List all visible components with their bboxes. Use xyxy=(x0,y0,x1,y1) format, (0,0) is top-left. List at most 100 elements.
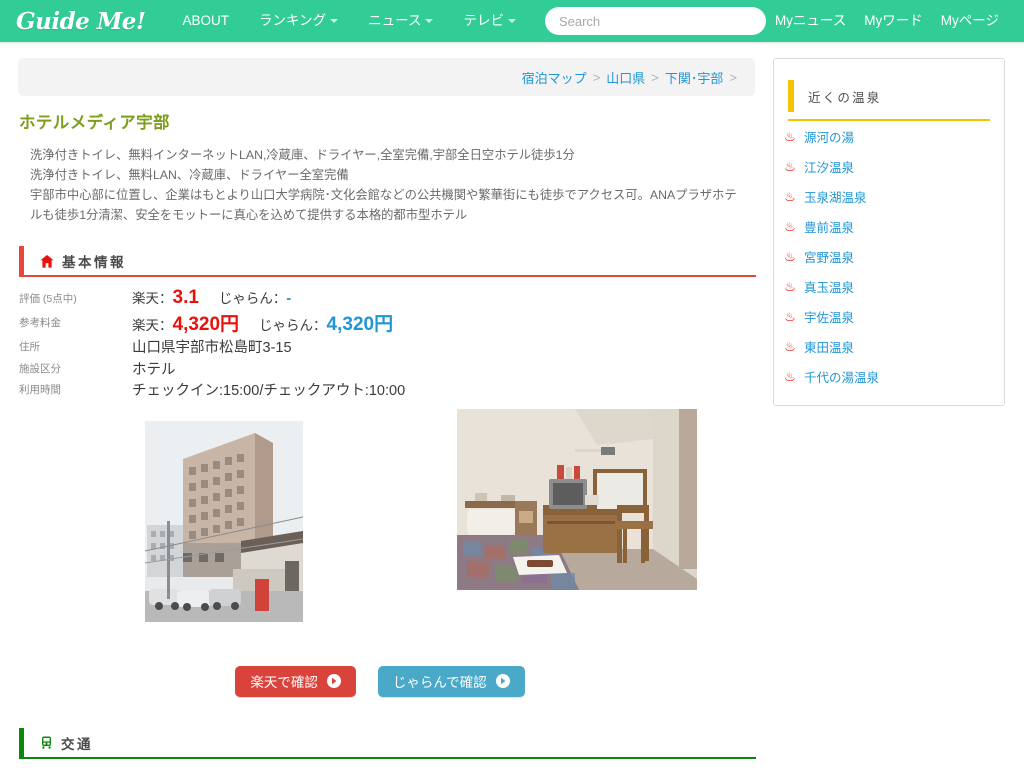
row-value-address: 山口県宇部市松島町3-15 xyxy=(132,340,292,357)
rakuten-confirm-label: 楽天で確認 xyxy=(250,675,318,690)
photo-gallery xyxy=(0,407,760,652)
rakuten-confirm-button[interactable]: 楽天で確認 xyxy=(235,665,356,697)
breadcrumb-item-0[interactable]: 宿泊マップ xyxy=(522,68,587,87)
nearby-onsen-header: 近くの温泉 xyxy=(788,73,990,121)
breadcrumb-item-1[interactable]: 山口県 xyxy=(606,68,645,87)
hot-spring-icon: ♨ xyxy=(784,218,796,234)
row-label-rating: 評価 (5点中) xyxy=(19,292,77,305)
sidebar-item-onsen-8[interactable]: ♨ 千代の湯温泉 xyxy=(774,361,1004,391)
rakuten-key: 楽天： xyxy=(132,318,173,333)
breadcrumb: 宿泊マップ > 山口県 > 下関･宇部 > xyxy=(18,58,755,96)
sidebar-item-onsen-4[interactable]: ♨ 宮野温泉 xyxy=(774,241,1004,271)
sidebar-item-onsen-5[interactable]: ♨ 真玉温泉 xyxy=(774,271,1004,301)
table-row: 利用時間 チェックイン:15:00/チェックアウト:10:00 xyxy=(19,379,756,401)
row-label-address: 住所 xyxy=(19,341,40,354)
hotel-description: 洗浄付きトイレ、無料インターネットLAN,冷蔵庫、ドライヤー,全室完備,宇部全日… xyxy=(30,145,746,225)
row-value-rating: 楽天：3.1 じゃらん：- xyxy=(132,287,756,309)
hotel-exterior-photo xyxy=(145,420,303,622)
sidebar-accent-bar xyxy=(788,80,794,112)
jalan-key: じゃらん： xyxy=(259,318,327,333)
row-value-hours: チェックイン:15:00/チェックアウト:10:00 xyxy=(132,383,406,400)
sidebar-item-label: 江汐温泉 xyxy=(804,160,855,175)
site-logo[interactable]: Guide Me! xyxy=(16,8,146,35)
row-label-hours: 利用時間 xyxy=(19,384,61,397)
description-line: 洗浄付きトイレ、無料インターネットLAN,冷蔵庫、ドライヤー,全室完備,宇部全日… xyxy=(30,148,575,162)
breadcrumb-separator: > xyxy=(651,69,659,85)
primary-nav: ABOUT ランキング ニュース テレビ xyxy=(168,0,531,42)
rakuten-rating-value: 3.1 xyxy=(172,287,199,308)
table-row: 評価 (5点中) 楽天：3.1 じゃらん：- xyxy=(19,287,756,309)
row-label-price: 参考料金 xyxy=(19,317,61,329)
nav-item-my-word[interactable]: Myワード xyxy=(855,0,932,42)
breadcrumb-item-2[interactable]: 下関･宇部 xyxy=(665,68,724,87)
nav-item-my-news[interactable]: Myニュース xyxy=(766,0,855,42)
chevron-down-icon xyxy=(425,19,434,23)
description-line: 洗浄付きトイレ、無料LAN、冷蔵庫、ドライヤー全室完備 xyxy=(30,168,349,182)
rakuten-price-value: 4,320円 xyxy=(172,314,240,335)
sidebar-item-onsen-7[interactable]: ♨ 東田温泉 xyxy=(774,331,1004,361)
basic-info-section-title: 基本情報 xyxy=(62,255,126,270)
jalan-rating-value: - xyxy=(286,291,292,307)
nearby-onsen-title: 近くの温泉 xyxy=(808,90,882,105)
jalan-price-value: 4,320円 xyxy=(326,314,394,335)
jalan-key: じゃらん： xyxy=(218,291,287,306)
arrow-right-circle-icon xyxy=(495,674,510,688)
sidebar-item-onsen-1[interactable]: ♨ 江汐温泉 xyxy=(774,151,1004,181)
sidebar-item-label: 玉泉湖温泉 xyxy=(804,190,867,205)
chevron-down-icon xyxy=(507,19,516,23)
train-icon xyxy=(40,736,53,749)
sidebar-item-onsen-6[interactable]: ♨ 宇佐温泉 xyxy=(774,301,1004,331)
nav-item-ranking-label: ランキング xyxy=(259,13,327,28)
description-line: 宇部市中心部に位置し、企業はもとより山口大学病院･文化会館などの公共機関や繁華街… xyxy=(30,188,737,202)
rakuten-key: 楽天： xyxy=(132,291,173,306)
page-title: ホテルメディア宇部 xyxy=(19,114,170,132)
hot-spring-icon: ♨ xyxy=(784,368,796,384)
nav-item-news[interactable]: ニュース xyxy=(353,0,448,42)
hot-spring-icon: ♨ xyxy=(784,338,796,354)
house-icon xyxy=(40,254,54,268)
sidebar-item-label: 豊前温泉 xyxy=(804,220,855,235)
sidebar-item-label: 源河の湯 xyxy=(804,130,855,145)
sidebar: 近くの温泉 ♨ 源河の湯 ♨ 江汐温泉 ♨ 玉泉湖温泉 ♨ 豊前温泉 ♨ 宮野温… xyxy=(773,58,1005,406)
hot-spring-icon: ♨ xyxy=(784,158,796,174)
section-accent-bar xyxy=(19,727,24,758)
table-row: 施設区分 ホテル xyxy=(19,358,756,380)
row-value-facility-type: ホテル xyxy=(132,361,176,378)
hot-spring-icon: ♨ xyxy=(784,278,796,294)
nearby-onsen-card: 近くの温泉 ♨ 源河の湯 ♨ 江汐温泉 ♨ 玉泉湖温泉 ♨ 豊前温泉 ♨ 宮野温… xyxy=(773,58,1005,406)
nav-item-my-page[interactable]: Myページ xyxy=(932,0,1008,42)
cta-button-row: 楽天で確認 じゃらんで確認 xyxy=(0,665,760,697)
nav-item-news-label: ニュース xyxy=(368,13,422,28)
sidebar-item-label: 真玉温泉 xyxy=(804,280,855,295)
arrow-right-circle-icon xyxy=(326,674,341,688)
basic-info-section-header: 基本情報 xyxy=(19,246,756,277)
hot-spring-icon: ♨ xyxy=(784,248,796,264)
sidebar-item-onsen-3[interactable]: ♨ 豊前温泉 xyxy=(774,211,1004,241)
description-line: ルも徒歩1分清潔、安全をモットーに真心を込めて提供する本格的都市型ホテル xyxy=(30,208,468,222)
row-value-price: 楽天：4,320円 じゃらん：4,320円 xyxy=(132,309,756,336)
transport-section-title: 交通 xyxy=(61,736,93,752)
sidebar-item-onsen-2[interactable]: ♨ 玉泉湖温泉 xyxy=(774,181,1004,211)
nav-item-tv[interactable]: テレビ xyxy=(448,0,531,42)
breadcrumb-separator: > xyxy=(592,69,601,85)
hot-spring-icon: ♨ xyxy=(784,188,796,204)
sidebar-item-label: 宮野温泉 xyxy=(804,250,855,265)
table-row: 住所 山口県宇部市松島町3-15 xyxy=(19,336,756,358)
transport-section-header: 交通 xyxy=(19,727,756,759)
chevron-down-icon xyxy=(330,19,339,23)
jalan-confirm-label: じゃらんで確認 xyxy=(392,675,487,690)
nav-item-about[interactable]: ABOUT xyxy=(168,0,245,42)
jalan-confirm-button[interactable]: じゃらんで確認 xyxy=(377,665,525,697)
sidebar-item-onsen-0[interactable]: ♨ 源河の湯 xyxy=(774,121,1004,151)
hotel-room-photo xyxy=(457,408,697,590)
row-label-facility-type: 施設区分 xyxy=(19,362,61,375)
user-nav: Myニュース Myワード Myページ xyxy=(766,0,1008,42)
nav-item-about-label: ABOUT xyxy=(182,13,230,28)
table-row: 参考料金 楽天：4,320円 じゃらん：4,320円 xyxy=(19,309,756,336)
sidebar-item-label: 宇佐温泉 xyxy=(804,310,855,325)
breadcrumb-separator-trailing: > xyxy=(729,69,737,85)
nav-item-ranking[interactable]: ランキング xyxy=(244,0,353,42)
search-input[interactable] xyxy=(544,7,766,35)
nav-item-tv-label: テレビ xyxy=(463,13,504,28)
basic-info-table: 評価 (5点中) 楽天：3.1 じゃらん：- 参考料金 楽天：4,320円 じゃらん… xyxy=(19,287,756,401)
